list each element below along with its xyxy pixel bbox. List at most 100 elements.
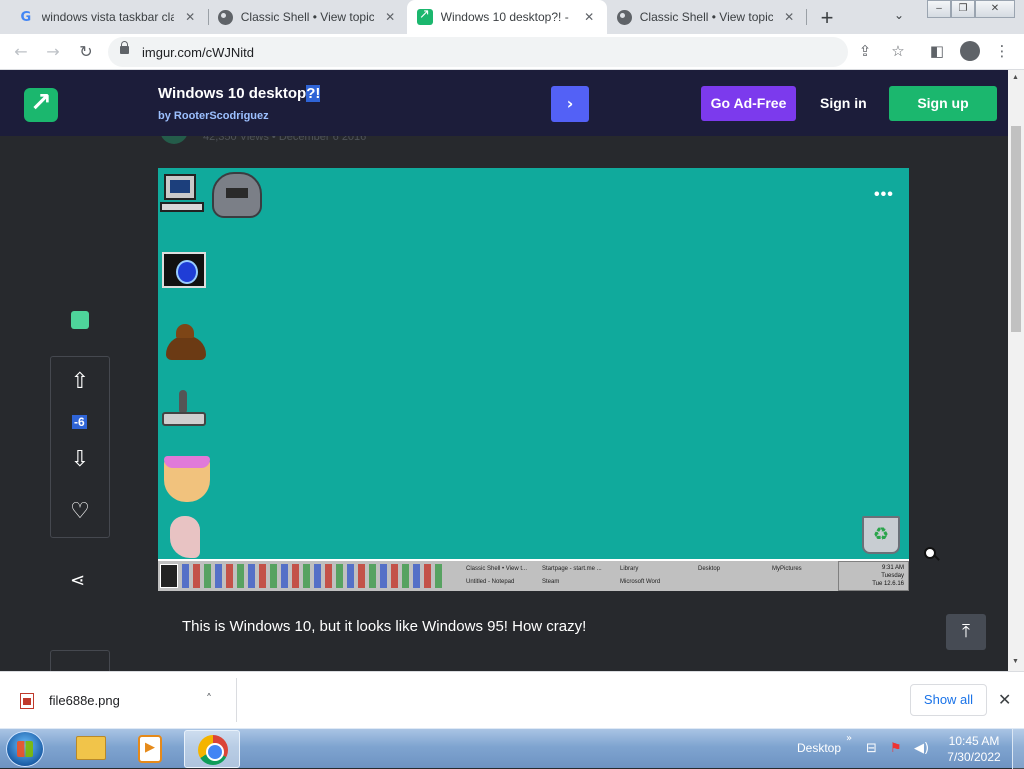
address-bar[interactable]: imgur.com/cWJNitd — [108, 37, 848, 67]
quicklaunch-icons — [182, 564, 442, 588]
windows-flag-icon — [160, 564, 178, 588]
sign-in-link[interactable]: Sign in — [820, 95, 867, 111]
google-icon: G — [20, 9, 32, 25]
zoom-in-cursor-icon — [924, 547, 936, 559]
close-icon[interactable]: ✕ — [781, 10, 797, 24]
tab-2-title: Classic Shell • View topic — [240, 10, 375, 24]
tab-1[interactable]: G windows vista taskbar cla ✕ — [8, 0, 208, 34]
image-file-icon — [20, 693, 34, 709]
network-icon[interactable]: ⊟ — [866, 741, 877, 756]
profile-avatar[interactable] — [960, 41, 980, 61]
media-player-icon — [138, 735, 162, 763]
show-desktop-button[interactable] — [1012, 729, 1024, 769]
restore-icon[interactable]: ❐ — [951, 0, 975, 18]
vote-panel: ⇧ -6 ⇩ ♡ — [50, 356, 110, 538]
action-center-flag-icon[interactable]: ⚑ — [890, 741, 902, 756]
post-description: This is Windows 10, but it looks like Wi… — [182, 618, 587, 635]
post-image[interactable]: ••• Classic Shell • View t... Startpage … — [158, 168, 936, 591]
back-arrow-icon[interactable]: ← — [10, 41, 32, 63]
computer-icon — [160, 174, 206, 218]
win95-task-button: Classic Shell • View t... — [466, 566, 528, 572]
scroll-up-icon[interactable]: ▲ — [1012, 74, 1019, 81]
chevron-right-icon: › — [566, 94, 574, 113]
chevron-up-icon[interactable]: ˄ — [206, 692, 212, 706]
bookmark-star-icon[interactable]: ☆ — [888, 42, 908, 60]
window-close-icon[interactable]: ✕ — [975, 0, 1015, 18]
tab-3-active[interactable]: Windows 10 desktop?! - I ✕ — [407, 0, 607, 34]
win95-time: 9:31 AM — [881, 565, 904, 571]
windows-taskbar: Desktop » ⊟ ⚑ ◀) 10:45 AM 7/30/2022 — [0, 728, 1024, 769]
joystick-icon — [160, 386, 206, 430]
share-icon[interactable]: ⋖ — [70, 570, 85, 591]
close-icon[interactable]: ✕ — [182, 10, 198, 24]
fairy-icon — [160, 516, 206, 560]
comment-rail-box[interactable] — [50, 650, 110, 671]
imgur-icon — [417, 7, 433, 25]
close-icon[interactable]: ✕ — [382, 10, 398, 24]
emerald-icon[interactable] — [71, 311, 89, 329]
post-author-line: by RooterScodriguez — [158, 110, 269, 122]
url-text: imgur.com/cWJNitd — [142, 45, 254, 60]
post-title-text: Windows 10 desktop — [158, 85, 307, 102]
win95-task-button: Untitled - Notepad — [466, 579, 515, 585]
win95-task-button: Desktop — [698, 566, 721, 572]
chrome-taskbar-button[interactable] — [184, 730, 240, 768]
post-title: Windows 10 desktop?! — [158, 85, 321, 102]
tab-2[interactable]: Classic Shell • View topic ✕ — [208, 0, 408, 34]
scroll-down-icon[interactable]: ▼ — [1012, 658, 1019, 665]
start-orb-icon[interactable] — [6, 731, 44, 767]
scrollbar-thumb[interactable] — [1011, 126, 1021, 332]
win95-task-button: Library — [620, 566, 639, 572]
download-divider — [236, 678, 237, 722]
back-to-top-icon[interactable]: ⤒ — [946, 614, 986, 650]
next-post-button[interactable]: › — [551, 86, 589, 122]
tab-4-title: Classic Shell • View topic — [639, 10, 774, 24]
camera-icon — [160, 248, 206, 292]
tab-4[interactable]: Classic Shell • View topic ✕ — [607, 0, 807, 34]
downvote-arrow-icon[interactable]: ⇩ — [51, 447, 109, 472]
vote-count: -6 — [72, 415, 87, 429]
new-tab-icon[interactable]: + — [815, 5, 839, 31]
win95-task-button: MyPictures — [772, 566, 802, 572]
heart-icon[interactable]: ♡ — [51, 499, 109, 524]
lock-icon — [120, 41, 129, 54]
show-all-button[interactable]: Show all — [910, 684, 987, 716]
go-ad-free-button[interactable]: Go Ad-Free — [701, 86, 796, 121]
image-options-icon[interactable]: ••• — [874, 186, 894, 204]
win95-tray: 9:31 AM Tuesday Tue 12.6.16 — [838, 561, 909, 591]
imgur-header: Windows 10 desktop?! by RooterScodriguez… — [0, 70, 1008, 136]
imgur-logo-icon[interactable] — [24, 88, 58, 122]
clock-date: 7/30/2022 — [947, 750, 1001, 764]
volume-icon[interactable]: ◀) — [914, 741, 929, 756]
tab-3-title: Windows 10 desktop?! - I — [440, 10, 574, 24]
page-scrollbar[interactable]: ▲ ▼ — [1008, 70, 1024, 671]
chrome-icon — [198, 735, 228, 765]
tab-1-title: windows vista taskbar cla — [41, 10, 175, 24]
reload-icon[interactable]: ↻ — [75, 41, 97, 63]
author-link[interactable]: RooterScodriguez — [174, 110, 269, 122]
robot-helmet-icon — [212, 172, 262, 218]
share-page-icon[interactable]: ⇪ — [855, 42, 875, 60]
toolbar-chevron-icon[interactable]: » — [846, 733, 852, 744]
download-filename[interactable]: file688e.png — [49, 693, 120, 708]
media-player-taskbar-button[interactable] — [122, 730, 178, 768]
sign-up-button[interactable]: Sign up — [889, 86, 997, 121]
tab-search-chevron-icon[interactable]: ⌄ — [894, 8, 904, 22]
minimize-icon[interactable]: – — [927, 0, 951, 18]
forward-arrow-icon[interactable]: → — [42, 41, 64, 63]
explorer-taskbar-button[interactable] — [62, 730, 118, 768]
close-downloads-icon[interactable]: ✕ — [998, 690, 1011, 709]
upvote-arrow-icon[interactable]: ⇧ — [51, 369, 109, 394]
globe-icon — [617, 9, 632, 25]
folder-icon — [76, 736, 106, 760]
desktop-toolbar-label[interactable]: Desktop — [797, 741, 841, 755]
win95-task-button: Startpage - start.me ... — [542, 566, 602, 572]
post-title-selected: ?! — [306, 85, 321, 102]
close-icon[interactable]: ✕ — [581, 10, 597, 24]
side-panel-icon[interactable]: ◧ — [927, 42, 947, 60]
menu-kebab-icon[interactable]: ⋮ — [992, 42, 1012, 60]
browser-toolbar: ← → ↻ imgur.com/cWJNitd ⇪ ☆ ◧ ⋮ — [0, 34, 1024, 70]
win95-task-button: Microsoft Word — [620, 579, 661, 585]
clock-time: 10:45 AM — [948, 734, 1000, 748]
clock[interactable]: 10:45 AM 7/30/2022 — [942, 733, 1006, 765]
